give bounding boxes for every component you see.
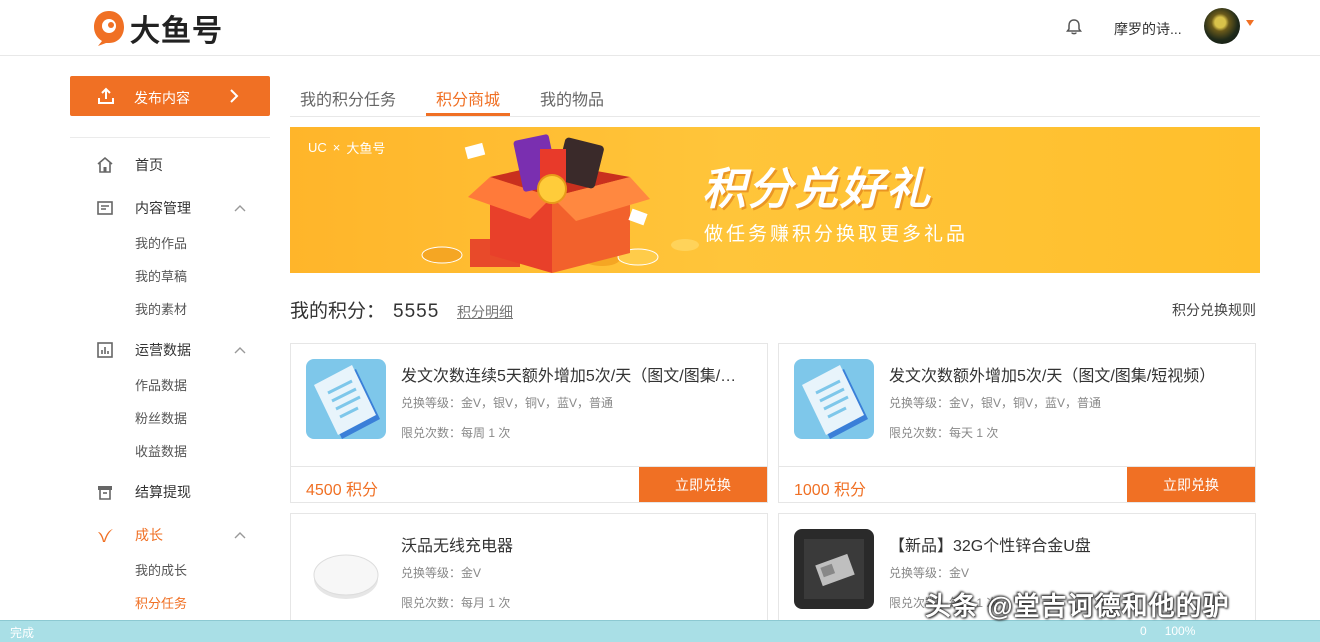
watermark: 头条 @堂吉诃德和他的驴: [925, 591, 1230, 621]
home-icon: [97, 156, 113, 173]
product-card: 发文次数连续5天额外增加5次/天（图文/图集/短视频） 兑换等级：金V，银V，铜…: [290, 343, 768, 503]
product-card: 沃品无线充电器 兑换等级：金V 限兑次数：每月 1 次: [290, 513, 768, 623]
wallet-icon: [98, 486, 112, 500]
chevron-down-icon[interactable]: [1246, 20, 1254, 26]
product-limit: 限兑次数：每月 1 次: [401, 596, 511, 610]
bell-icon[interactable]: [1064, 17, 1084, 37]
tab-my-points-tasks[interactable]: 我的积分任务: [300, 86, 396, 110]
sidebar-subitem-my-growth[interactable]: 我的成长: [135, 560, 187, 579]
sidebar-item-label: 运营数据: [135, 342, 191, 358]
points-detail-link[interactable]: 积分明细: [457, 302, 513, 322]
sidebar-divider: [70, 137, 270, 138]
active-tab-indicator: [426, 113, 510, 116]
bar-chart-icon: [97, 342, 113, 358]
publish-label: 发布内容: [134, 90, 190, 106]
sidebar-subitem-works-data[interactable]: 作品数据: [135, 375, 187, 394]
usb-drive-image: [794, 529, 874, 609]
promo-banner[interactable]: UC × 大鱼号 积分兑好礼 做任务赚积分换取更多礼品: [290, 127, 1260, 273]
redeem-button[interactable]: 立即兑换: [639, 467, 767, 502]
product-card: 发文次数额外增加5次/天（图文/图集/短视频） 兑换等级：金V，银V，铜V，蓝V…: [778, 343, 1256, 503]
sidebar-subitem-income-data[interactable]: 收益数据: [135, 441, 187, 460]
status-text: 完成: [10, 626, 35, 640]
tab-my-items[interactable]: 我的物品: [540, 86, 604, 110]
content-list-icon: [97, 201, 113, 215]
card-footer: 4500 积分 立即兑换: [291, 466, 767, 502]
sidebar-item-operations-data[interactable]: 运营数据: [96, 339, 246, 361]
top-bar: 大鱼号 摩罗的诗...: [0, 0, 1320, 56]
product-level: 兑换等级：金V: [889, 566, 970, 580]
upload-icon: [98, 87, 114, 104]
product-level: 兑换等级：金V，银V，铜V，蓝V，普通: [889, 396, 1102, 410]
username[interactable]: 摩罗的诗...: [1114, 19, 1182, 39]
redeem-button[interactable]: 立即兑换: [1127, 467, 1255, 502]
banner-title: 积分兑好礼: [702, 165, 932, 214]
logo-fish-icon: [94, 11, 124, 46]
zoom-level[interactable]: 100%: [1165, 624, 1196, 638]
uc-logo: UC: [308, 140, 327, 155]
product-level: 兑换等级：金V，银V，铜V，蓝V，普通: [401, 396, 614, 410]
chevron-up-icon[interactable]: [233, 343, 247, 357]
chevron-up-icon[interactable]: [233, 528, 247, 542]
sidebar-item-content-management[interactable]: 内容管理: [96, 197, 246, 219]
product-title[interactable]: 沃品无线充电器: [401, 532, 751, 556]
brand-separator: ×: [332, 140, 341, 155]
avatar[interactable]: [1204, 8, 1240, 44]
sidebar-item-settlement[interactable]: 结算提现: [96, 481, 191, 503]
banner-brand: UC × 大鱼号: [308, 138, 385, 157]
tab-bar: 我的积分任务 积分商城 我的物品: [290, 76, 1260, 117]
sidebar-item-label: 内容管理: [135, 200, 191, 216]
sidebar-subitem-fans-data[interactable]: 粉丝数据: [135, 408, 187, 427]
tab-points-mall[interactable]: 积分商城: [436, 86, 500, 110]
points-label: 我的积分：: [290, 301, 386, 322]
sidebar-item-label: 成长: [135, 527, 163, 543]
card-footer: 1000 积分 立即兑换: [779, 466, 1255, 502]
product-price: 1000 积分: [794, 482, 867, 499]
banner-subtitle: 做任务赚积分换取更多礼品: [704, 224, 969, 245]
my-points: 我的积分： 5555: [290, 296, 439, 323]
browser-status-bar: 完成 0 100%: [0, 620, 1320, 642]
publish-content-button[interactable]: 发布内容: [70, 76, 270, 116]
product-limit: 限兑次数：每周 1 次: [401, 426, 511, 440]
sidebar-item-label: 首页: [135, 157, 163, 173]
sidebar-subitem-my-works[interactable]: 我的作品: [135, 233, 187, 252]
wireless-charger-image: [306, 529, 386, 609]
points-value: 5555: [393, 301, 440, 322]
product-title[interactable]: 发文次数连续5天额外增加5次/天（图文/图集/短视频）: [401, 362, 751, 386]
growth-icon: [98, 529, 113, 542]
sidebar-subitem-my-materials[interactable]: 我的素材: [135, 299, 187, 318]
logo-text: 大鱼号: [130, 15, 223, 48]
chevron-up-icon[interactable]: [233, 201, 247, 215]
sidebar-subitem-points-tasks[interactable]: 积分任务: [135, 593, 187, 612]
product-level: 兑换等级：金V: [401, 566, 482, 580]
sidebar-item-growth[interactable]: 成长: [96, 524, 246, 546]
chevron-right-icon: [230, 89, 239, 103]
sidebar-item-home[interactable]: 首页: [96, 154, 163, 176]
sidebar-subitem-my-drafts[interactable]: 我的草稿: [135, 266, 187, 285]
status-icons: 0 100%: [1140, 624, 1195, 638]
product-title[interactable]: 发文次数额外增加5次/天（图文/图集/短视频）: [889, 362, 1239, 386]
points-rules-link[interactable]: 积分兑换规则: [1172, 300, 1256, 320]
document-icon: [306, 359, 386, 439]
document-icon: [794, 359, 874, 439]
status-count: 0: [1140, 624, 1147, 638]
product-price: 4500 积分: [306, 482, 379, 499]
dayu-logo: 大鱼号: [346, 141, 386, 156]
product-title[interactable]: 【新品】32G个性锌合金U盘: [889, 532, 1239, 556]
logo[interactable]: 大鱼号: [92, 6, 223, 50]
product-limit: 限兑次数：每天 1 次: [889, 426, 999, 440]
sidebar-item-label: 结算提现: [135, 484, 191, 500]
